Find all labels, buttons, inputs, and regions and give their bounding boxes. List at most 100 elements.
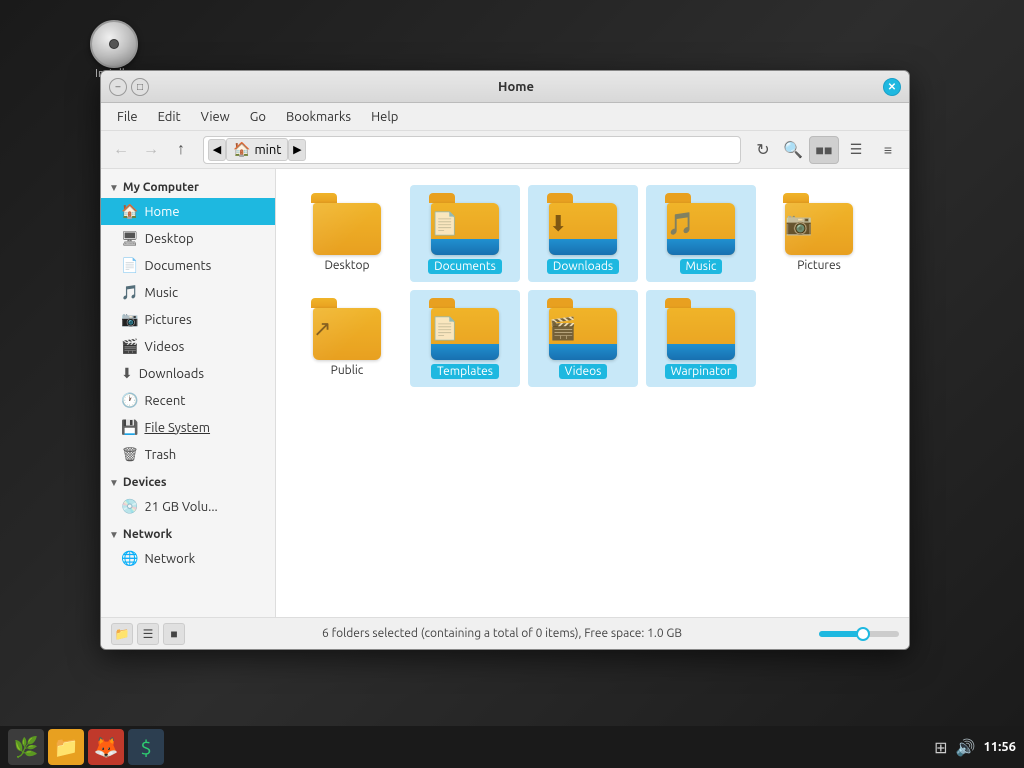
videos-icon: 🎬 [121,338,138,355]
sb-icon-3[interactable]: ■ [163,623,185,645]
sidebar-item-recent[interactable]: 🕐 Recent [101,387,275,414]
folder-stripe [549,239,617,255]
sidebar-item-pictures[interactable]: 📷 Pictures [101,306,275,333]
folder-templates-icon: 📄 [429,298,501,360]
trash-icon: 🗑 [121,446,139,463]
folder-downloads[interactable]: ⬇ Downloads [528,185,638,282]
sidebar-documents-label: Documents [144,259,211,273]
close-area: ✕ [883,78,901,96]
compact-view-button[interactable]: ≡ [873,136,903,164]
sidebar-item-home[interactable]: 🏠 Home [101,198,275,225]
sidebar-item-21gb[interactable]: 💿 21 GB Volu... [101,493,275,520]
dvd-hole [109,39,119,49]
tmpl-inner-icon: 📄 [431,316,458,342]
sidebar-item-filesystem[interactable]: 💾 File System [101,414,275,441]
zoom-thumb[interactable] [856,627,870,641]
icon-view-button[interactable]: ■■ [809,136,839,164]
folder-tab [547,193,573,203]
path-home-icon: 🏠 [233,141,250,158]
menu-go[interactable]: Go [242,107,274,127]
menubar: File Edit View Go Bookmarks Help [101,103,909,131]
sidebar-item-downloads[interactable]: ⬇ Downloads [101,360,275,387]
menu-bookmarks[interactable]: Bookmarks [278,107,359,127]
path-right-arrow[interactable]: ▶ [288,139,306,161]
folder-public[interactable]: ↗ Public [292,290,402,387]
folder-warpinator-icon [665,298,737,360]
menu-edit[interactable]: Edit [150,107,189,127]
minimize-button[interactable]: – [109,78,127,96]
up-button[interactable]: ↑ [167,136,195,164]
folder-tab [783,193,809,203]
sidebar-section-network[interactable]: ▼ Network [101,524,275,545]
documents-icon: 📄 [121,257,138,274]
folder-stripe [431,239,499,255]
folder-documents[interactable]: 📄 Documents [410,185,520,282]
vid-inner-icon: 🎬 [549,316,576,342]
sidebar-downloads-label: Downloads [139,367,204,381]
main-content: ▼ My Computer 🏠 Home 🖥 Desktop 📄 Documen… [101,169,909,617]
firefox-button[interactable]: 🦊 [88,729,124,765]
folder-desktop[interactable]: Desktop [292,185,402,282]
folder-pictures-label: Pictures [797,259,841,272]
statusbar-icons: 📁 ☰ ■ [111,623,185,645]
menu-file[interactable]: File [109,107,146,127]
folder-public-icon: ↗ [311,298,383,360]
folder-pictures[interactable]: 📷 Pictures [764,185,874,282]
mint-icon: 🌿 [14,735,39,759]
folder-body: 🎵 [667,203,735,255]
sidebar-network-label: Network [144,552,195,566]
files-button[interactable]: 📁 [48,729,84,765]
folder-templates[interactable]: 📄 Templates [410,290,520,387]
sb-icon-1[interactable]: 📁 [111,623,133,645]
forward-button[interactable]: → [137,136,165,164]
sidebar-section-devices[interactable]: ▼ Devices [101,472,275,493]
zoom-bar [819,631,899,637]
list-view-button[interactable]: ☰ [841,136,871,164]
sidebar-item-music[interactable]: 🎵 Music [101,279,275,306]
folder-tab [547,298,573,308]
sidebar-item-desktop[interactable]: 🖥 Desktop [101,225,275,252]
sidebar-item-videos[interactable]: 🎬 Videos [101,333,275,360]
sb-icon-2[interactable]: ☰ [137,623,159,645]
statusbar: 📁 ☰ ■ 6 folders selected (containing a t… [101,617,909,649]
menu-help[interactable]: Help [363,107,406,127]
statusbar-text: 6 folders selected (containing a total o… [193,627,811,640]
sidebar-section-my-computer[interactable]: ▼ My Computer [101,177,275,198]
mint-menu-button[interactable]: 🌿 [8,729,44,765]
desktop: Install... – □ Home ✕ File Edit View Go … [0,0,1024,768]
folder-warpinator[interactable]: Warpinator [646,290,756,387]
pictures-icon: 📷 [121,311,138,328]
folder-documents-icon: 📄 [429,193,501,255]
folder-downloads-icon: ⬇ [547,193,619,255]
terminal-icon: $ [140,736,151,759]
folder-documents-label: Documents [428,259,502,274]
folder-templates-label: Templates [431,364,499,379]
terminal-button[interactable]: $ [128,729,164,765]
close-button[interactable]: ✕ [883,78,901,96]
path-home-item[interactable]: 🏠 mint [226,138,288,161]
folder-videos[interactable]: 🎬 Videos [528,290,638,387]
sidebar-item-network[interactable]: 🌐 Network [101,545,275,572]
window-title: Home [149,80,883,94]
sidebar-item-documents[interactable]: 📄 Documents [101,252,275,279]
titlebar: – □ Home ✕ [101,71,909,103]
zoom-track[interactable] [819,631,899,637]
folder-body: 🎬 [549,308,617,360]
network-tray-icon[interactable]: ⊞ [934,738,947,757]
doc-inner-icon: 📄 [431,211,458,237]
folder-music[interactable]: 🎵 Music [646,185,756,282]
folder-stripe [549,344,617,360]
back-button[interactable]: ← [107,136,135,164]
sidebar-item-trash[interactable]: 🗑 Trash [101,441,275,468]
volume-tray-icon[interactable]: 🔊 [956,738,976,757]
search-button[interactable]: 🔍 [779,136,807,164]
taskbar: 🌿 📁 🦊 $ ⊞ 🔊 11:56 [0,726,1024,768]
recent-icon: 🕐 [121,392,138,409]
toolbar: ← → ↑ ◀ 🏠 mint ▶ ↻ 🔍 ■■ ☰ ≡ [101,131,909,169]
folder-music-label: Music [680,259,723,274]
toggle-path-button[interactable]: ↻ [749,136,777,164]
sidebar-21gb-label: 21 GB Volu... [144,500,217,514]
maximize-button[interactable]: □ [131,78,149,96]
menu-view[interactable]: View [193,107,238,127]
path-left-arrow[interactable]: ◀ [208,139,226,161]
